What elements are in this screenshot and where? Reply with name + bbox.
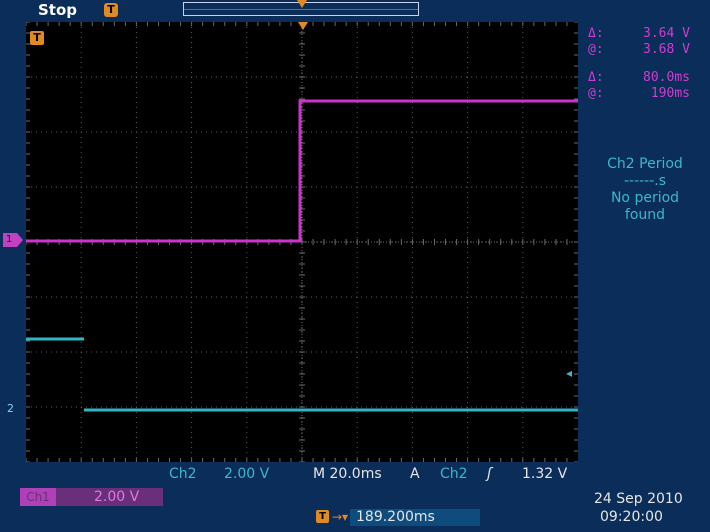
measurement-status-1: No period: [610, 190, 680, 206]
trigger-source[interactable]: Ch2: [440, 466, 468, 482]
delta-symbol: Δ:: [588, 70, 604, 85]
at-voltage-value: 3.68 V: [643, 42, 690, 57]
settings-row: Ch2 2.00 V M 20.0ms A Ch2 ʃ 1.32 V: [0, 466, 710, 484]
measurement-status-2: found: [624, 207, 666, 223]
measurement-title: Ch2 Period: [607, 156, 683, 172]
trigger-level[interactable]: 1.32 V: [522, 466, 567, 482]
cursor-delta-time: Δ: 80.0ms: [588, 70, 690, 85]
delta-voltage-value: 3.64 V: [643, 26, 690, 41]
record-length-bar: [184, 9, 418, 10]
cursor-at-time: @: 190ms: [588, 86, 690, 101]
measurement-readout: Ch2 Period ------.s No period found: [585, 156, 705, 224]
ch2-scale[interactable]: 2.00 V: [224, 466, 269, 482]
at-symbol: @:: [588, 86, 604, 101]
run-stop-status[interactable]: Stop: [38, 0, 77, 20]
top-status-bar: Stop T: [0, 0, 710, 20]
trigger-slope-icon[interactable]: ʃ: [487, 466, 492, 482]
trigger-t-icon: T: [30, 31, 44, 45]
trigger-mode[interactable]: A: [410, 466, 420, 482]
measurement-value: ------.s: [623, 173, 667, 189]
delta-symbol: Δ:: [588, 26, 604, 41]
time: 09:20:00: [600, 509, 663, 525]
at-time-value: 190ms: [650, 86, 690, 101]
date: 24 Sep 2010: [594, 491, 683, 507]
cursor-at-voltage: @: 3.68 V: [588, 42, 690, 57]
trigger-level-arrow-icon[interactable]: ◂: [566, 366, 572, 380]
ch1-ground-marker[interactable]: 1: [3, 233, 23, 247]
ch2-ground-marker[interactable]: 2: [3, 402, 23, 416]
delta-time-value: 80.0ms: [643, 70, 690, 85]
trigger-point-arrow-icon: [298, 22, 308, 30]
ch2-label[interactable]: Ch2: [169, 466, 197, 482]
date-time: 24 Sep 2010 09:20:00: [594, 490, 704, 526]
timebase[interactable]: M 20.0ms: [313, 466, 382, 482]
record-position-marker-icon: [297, 0, 307, 8]
trigger-t-small-icon: T: [316, 510, 329, 523]
oscilloscope-screen: Stop T T 1 2 ◂ Δ: 3.64 V @: 3.68 V Δ: 80…: [0, 0, 710, 532]
ch1-settings[interactable]: Ch1 2.00 V: [20, 488, 163, 506]
waveform-display[interactable]: [26, 22, 578, 462]
at-symbol: @:: [588, 42, 604, 57]
waveform-graticule: [26, 22, 578, 462]
cursor-delta-voltage: Δ: 3.64 V: [588, 26, 690, 41]
ch1-tag: Ch1: [20, 488, 56, 506]
horizontal-position-value: 189.200ms: [350, 509, 480, 526]
ch1-scale: 2.00 V: [94, 489, 140, 505]
trigger-position-icon: T: [104, 3, 118, 17]
position-arrows-icon: →▾: [332, 510, 349, 524]
